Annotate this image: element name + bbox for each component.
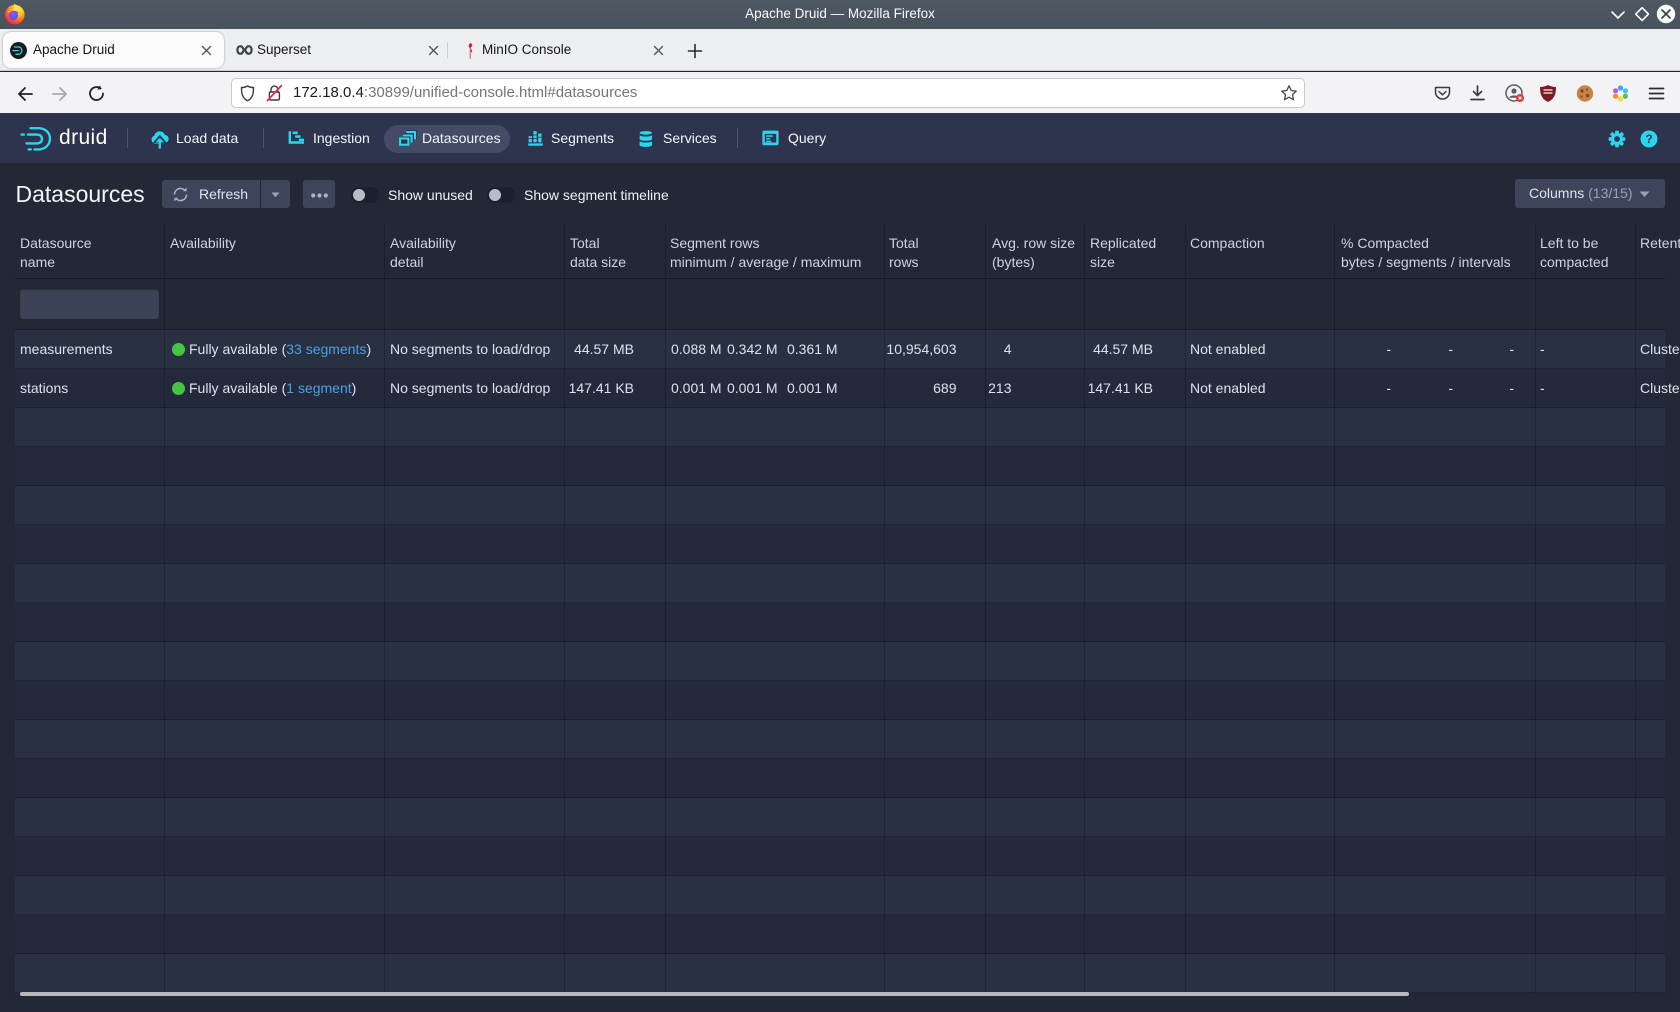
svg-text:?: ? [1645,132,1652,146]
